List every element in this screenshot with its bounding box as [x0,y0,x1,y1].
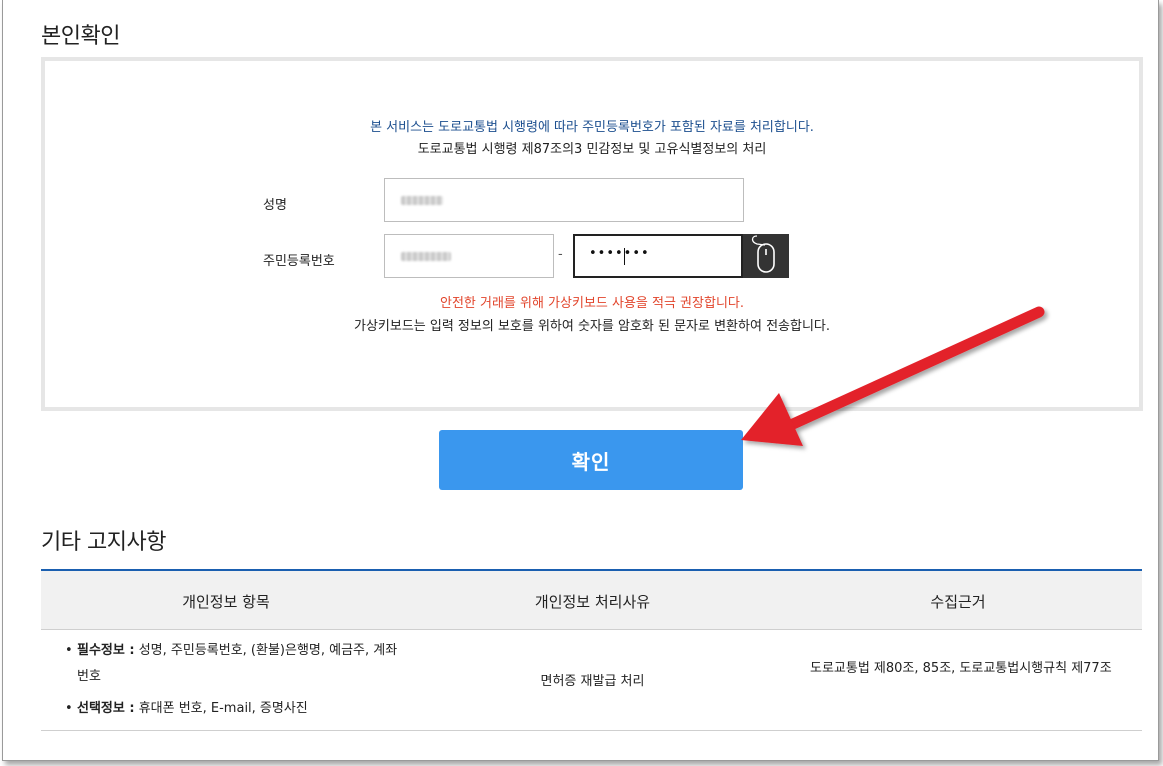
page-frame: 본인확인 본 서비스는 도로교통법 시행령에 따라 주민등록번호가 포함된 자료… [2,0,1159,761]
annotation-arrow [741,306,1045,446]
